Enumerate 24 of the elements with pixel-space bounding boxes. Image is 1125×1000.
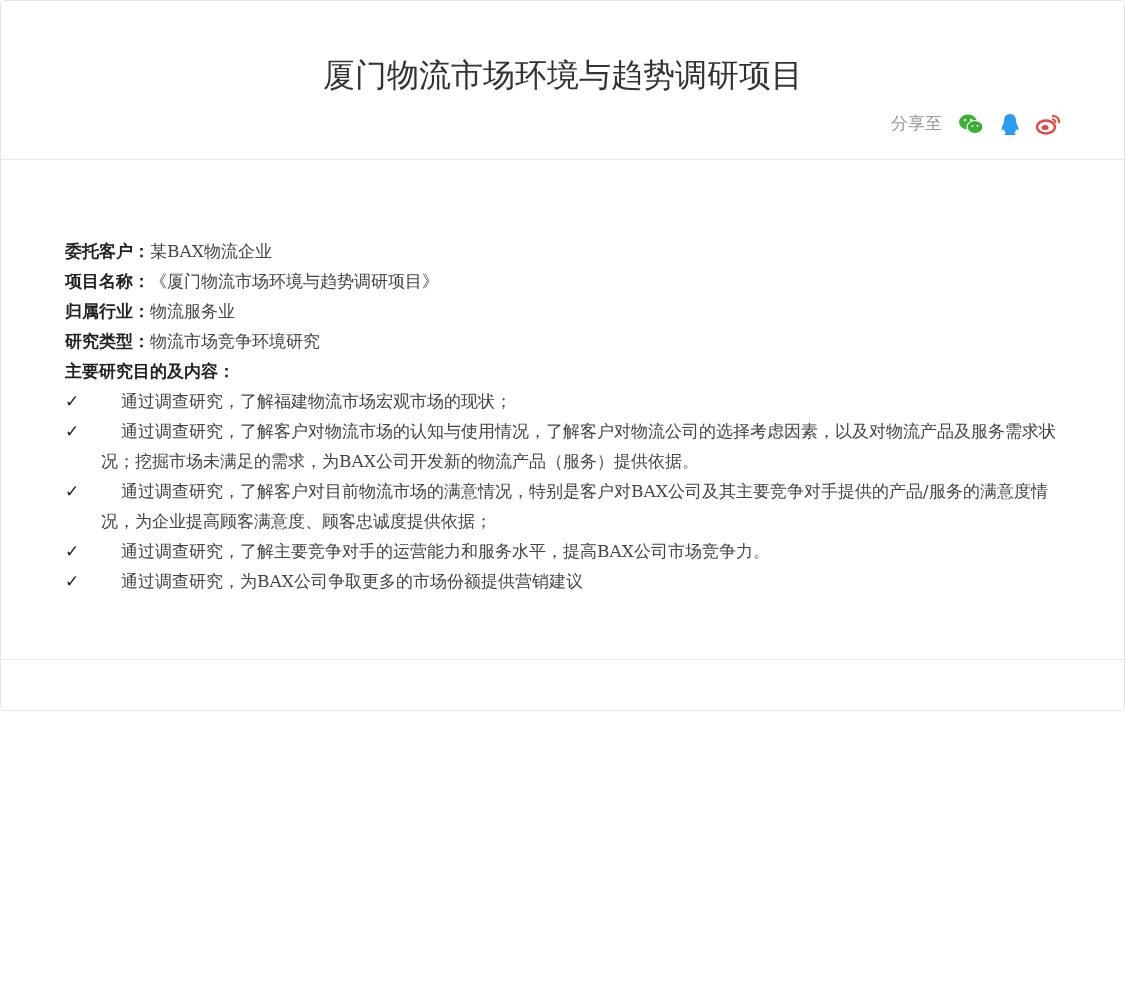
field-label: 主要研究目的及内容： [65, 360, 235, 383]
penguin-icon[interactable] [1000, 112, 1020, 135]
field-value: 某BAX物流企业 [150, 240, 272, 263]
objective-text: 通过调查研究，了解主要竞争对手的运营能力和服务水平，提高BAX公司市场竞争力。 [120, 540, 770, 563]
objective-text: 通过调查研究，了解客户对物流市场的认知与使用情况，了解客户对物流公司的选择考虑因素，以及对物流产品及服务需求状况；挖掘市场未满足的需求，为BAX公司开发新的物流产品（服务）提供依据。 [101, 420, 1057, 473]
check-mark: ✓ [65, 420, 80, 443]
article-title: 厦门物流市场环境与趋势调研项目 [321, 56, 804, 95]
objective-text: 通过调查研究，为BAX公司争取更多的市场份额提供营销建议 [120, 570, 583, 593]
share-label: 分享至 [891, 113, 942, 135]
field-label: 研究类型： [65, 330, 150, 353]
check-mark: ✓ [65, 480, 80, 503]
weibo-icon[interactable] [1036, 112, 1062, 135]
check-mark: ✓ [65, 540, 80, 563]
field-value: 《厦门物流市场环境与趋势调研项目》 [150, 270, 439, 293]
field-value: 物流市场竞争环境研究 [150, 330, 320, 353]
check-mark: ✓ [65, 390, 80, 413]
objective-text: 通过调查研究，了解福建物流市场宏观市场的现状； [120, 390, 512, 413]
field-label: 委托客户： [65, 240, 150, 263]
wechat-icon[interactable] [958, 112, 984, 135]
field-value: 物流服务业 [150, 300, 235, 323]
check-mark: ✓ [65, 570, 80, 593]
field-label: 归属行业： [65, 300, 150, 323]
objective-text: 通过调查研究，了解客户对目前物流市场的满意情况，特别是客户对BAX公司及其主要竞争对手提供的产品/服务的满意度情况，为企业提高顾客满意度、顾客忠诚度提供依据； [101, 480, 1049, 533]
field-label: 项目名称： [65, 270, 150, 293]
